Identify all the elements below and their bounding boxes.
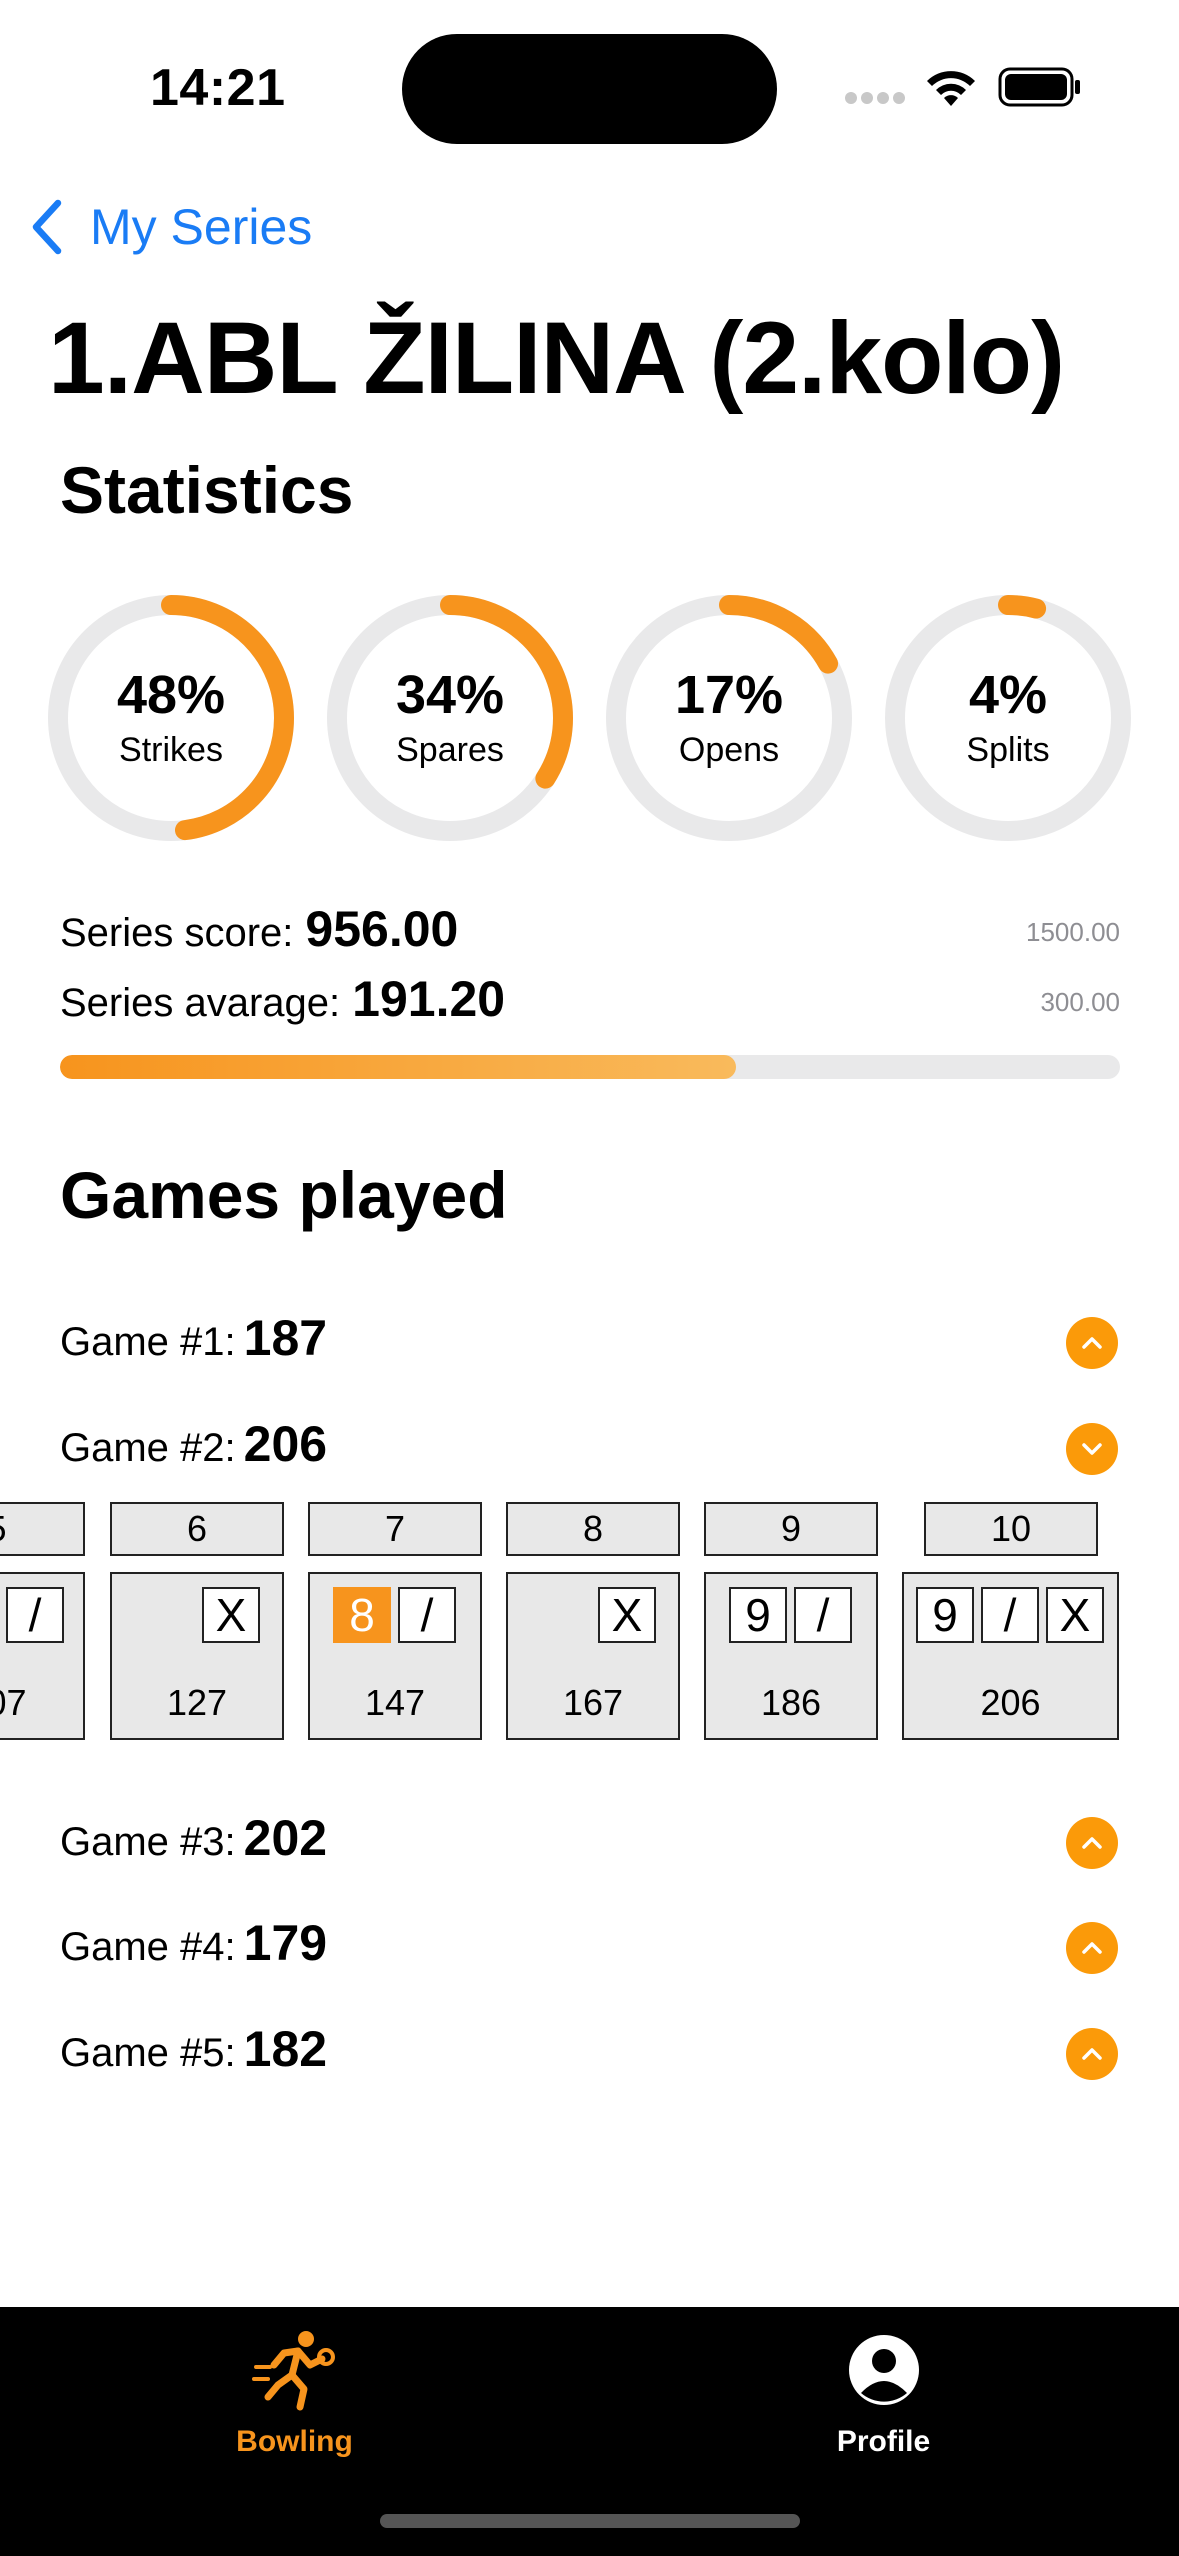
roll-mark: / (398, 1587, 456, 1643)
series-score-row: Series score: 956.00 1500.00 (60, 896, 1120, 966)
roll-mark: 9 (729, 1587, 787, 1643)
frame-number: 5 (0, 1502, 85, 1556)
frame-total: 127 (166, 1682, 228, 1723)
expand-game-5-button[interactable] (1066, 2028, 1118, 2080)
opens-label: Opens (678, 730, 780, 769)
series-score-max: 1500.00 (1026, 917, 1120, 947)
series-progress-bar (60, 1055, 1120, 1079)
status-time: 14:21 (150, 59, 286, 117)
games-heading: Games played (60, 1158, 508, 1232)
page-title: 1.ABL ŽILINA (2.kolo) (48, 301, 1065, 415)
frame-number: 10 (924, 1502, 1098, 1556)
game-row-1[interactable]: Game #1: 187 (60, 1305, 1118, 1375)
cellular-signal-icon (845, 92, 905, 106)
game-row-3[interactable]: Game #3: 202 (60, 1805, 1118, 1875)
series-score-value: 956.00 (305, 901, 459, 957)
opens-ring: 17% Opens (603, 592, 855, 844)
home-indicator (380, 2514, 800, 2528)
roll-mark: / (6, 1587, 64, 1643)
strikes-ring: 48% Strikes (45, 592, 297, 844)
tab-profile-label: Profile (836, 2425, 931, 2458)
tab-profile[interactable]: Profile (589, 2307, 1178, 2487)
wifi-icon (927, 71, 975, 106)
game-1-score: 187 (243, 1310, 328, 1366)
game-row-2[interactable]: Game #2: 206 (60, 1411, 1118, 1481)
collapse-game-2-button[interactable] (1066, 1423, 1118, 1475)
game-2-score: 206 (243, 1416, 328, 1472)
frame-number: 8 (506, 1502, 680, 1556)
chevron-up-icon (1082, 1942, 1102, 1954)
dynamic-island (402, 34, 777, 144)
person-circle-icon (848, 2335, 919, 2405)
roll-mark: / (794, 1587, 852, 1643)
frame-number: 9 (704, 1502, 878, 1556)
expand-game-1-button[interactable] (1066, 1317, 1118, 1369)
spares-ring: 34% Spares (324, 592, 576, 844)
game-4-score: 179 (243, 1915, 328, 1971)
game-1-label: Game #1: (60, 1320, 236, 1364)
strikes-percent: 48% (116, 664, 226, 725)
strikes-label: Strikes (119, 730, 223, 769)
roll-mark: X (1046, 1587, 1104, 1643)
bowler-icon (251, 2331, 335, 2411)
back-button-label: My Series (90, 199, 313, 255)
series-average-row: Series avarage: 191.20 300.00 (60, 966, 1120, 1036)
tab-bowling-label: Bowling (236, 2425, 353, 2458)
frame-number: 7 (308, 1502, 482, 1556)
roll-mark: / (981, 1587, 1039, 1643)
splits-ring: 4% Splits (882, 592, 1134, 844)
series-score-label: Series score: (60, 911, 294, 955)
back-button[interactable]: My Series (26, 192, 312, 262)
frame-total: 107 (0, 1682, 27, 1723)
frame-total: 186 (760, 1682, 822, 1723)
roll-mark: X (598, 1587, 656, 1643)
frame-total: 147 (364, 1682, 426, 1723)
game-row-4[interactable]: Game #4: 179 (60, 1910, 1118, 1980)
spares-percent: 34% (395, 664, 505, 725)
splits-label: Splits (966, 730, 1050, 769)
expand-game-4-button[interactable] (1066, 1922, 1118, 1974)
chevron-up-icon (1082, 2048, 1102, 2060)
roll-mark: 9 (916, 1587, 974, 1643)
statistics-heading: Statistics (60, 453, 354, 527)
split-roll-mark: 8 (333, 1587, 391, 1643)
series-progress-fill (60, 1055, 736, 1079)
game-5-score: 182 (243, 2021, 328, 2077)
game-3-score: 202 (243, 1810, 328, 1866)
frame-number: 6 (110, 1502, 284, 1556)
game-5-label: Game #5: (60, 2031, 236, 2075)
chevron-up-icon (1082, 1837, 1102, 1849)
splits-percent: 4% (968, 664, 1048, 725)
chevron-left-icon (32, 199, 62, 255)
expand-game-3-button[interactable] (1066, 1817, 1118, 1869)
series-average-label: Series avarage: (60, 981, 341, 1025)
series-average-max: 300.00 (1040, 987, 1120, 1017)
game-2-label: Game #2: (60, 1426, 236, 1470)
roll-mark: X (202, 1587, 260, 1643)
game-row-5[interactable]: Game #5: 182 (60, 2016, 1118, 2086)
chevron-up-icon (1082, 1337, 1102, 1349)
frame-total: 167 (562, 1682, 624, 1723)
series-average-value: 191.20 (352, 971, 506, 1027)
status-bar: 14:21 (0, 0, 1179, 170)
game-2-scorecard[interactable]: 5 / 107 6 X 127 7 8 / 147 8 X 167 9 9 / … (0, 1502, 1179, 1742)
game-3-label: Game #3: (60, 1820, 236, 1864)
opens-percent: 17% (674, 664, 784, 725)
spares-label: Spares (396, 730, 504, 769)
game-4-label: Game #4: (60, 1925, 236, 1969)
tab-bowling[interactable]: Bowling (0, 2307, 589, 2487)
frame-total: 206 (980, 1682, 1041, 1723)
battery-icon (998, 67, 1080, 107)
chevron-down-icon (1082, 1443, 1102, 1455)
